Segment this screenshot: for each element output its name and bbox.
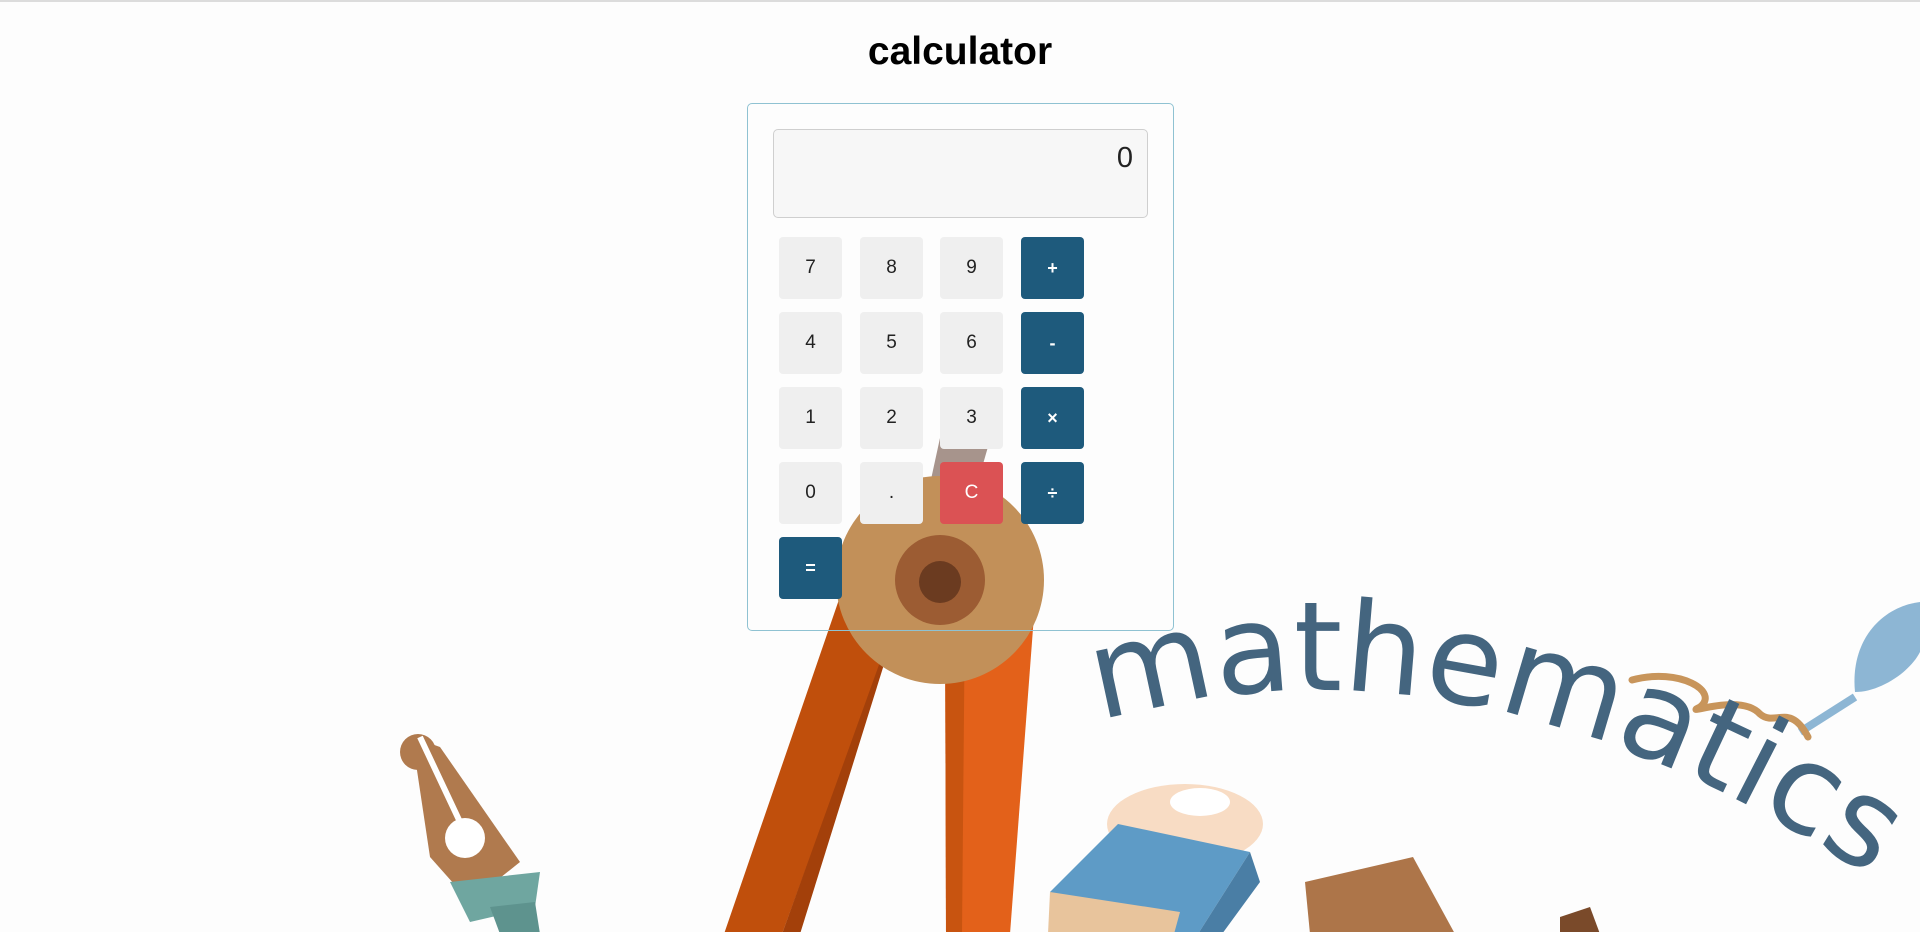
- page: mathematics calculator 0 7 8 9 + 4 5 6 -…: [0, 0, 1920, 932]
- digit-6-button[interactable]: 6: [940, 312, 1003, 374]
- subtract-button[interactable]: -: [1021, 312, 1084, 374]
- leaf-icon: [1797, 602, 1920, 736]
- digit-5-button[interactable]: 5: [860, 312, 923, 374]
- digit-1-button[interactable]: 1: [779, 387, 842, 449]
- calculator: 0 7 8 9 + 4 5 6 - 1 2 3 × 0 . C ÷ =: [747, 103, 1174, 631]
- digit-3-button[interactable]: 3: [940, 387, 1003, 449]
- clear-button[interactable]: C: [940, 462, 1003, 524]
- calculator-display: 0: [773, 129, 1148, 218]
- digit-4-button[interactable]: 4: [779, 312, 842, 374]
- decimal-button[interactable]: .: [860, 462, 923, 524]
- add-button[interactable]: +: [1021, 237, 1084, 299]
- digit-2-button[interactable]: 2: [860, 387, 923, 449]
- digit-9-button[interactable]: 9: [940, 237, 1003, 299]
- page-title: calculator: [867, 30, 1053, 73]
- equals-button[interactable]: =: [779, 537, 842, 599]
- eraser-icon: [1048, 784, 1263, 932]
- digit-7-button[interactable]: 7: [779, 237, 842, 299]
- digit-8-button[interactable]: 8: [860, 237, 923, 299]
- pen-nib-icon: [400, 734, 540, 932]
- cube-icon: [1305, 857, 1600, 932]
- multiply-button[interactable]: ×: [1021, 387, 1084, 449]
- digit-0-button[interactable]: 0: [779, 462, 842, 524]
- divide-button[interactable]: ÷: [1021, 462, 1084, 524]
